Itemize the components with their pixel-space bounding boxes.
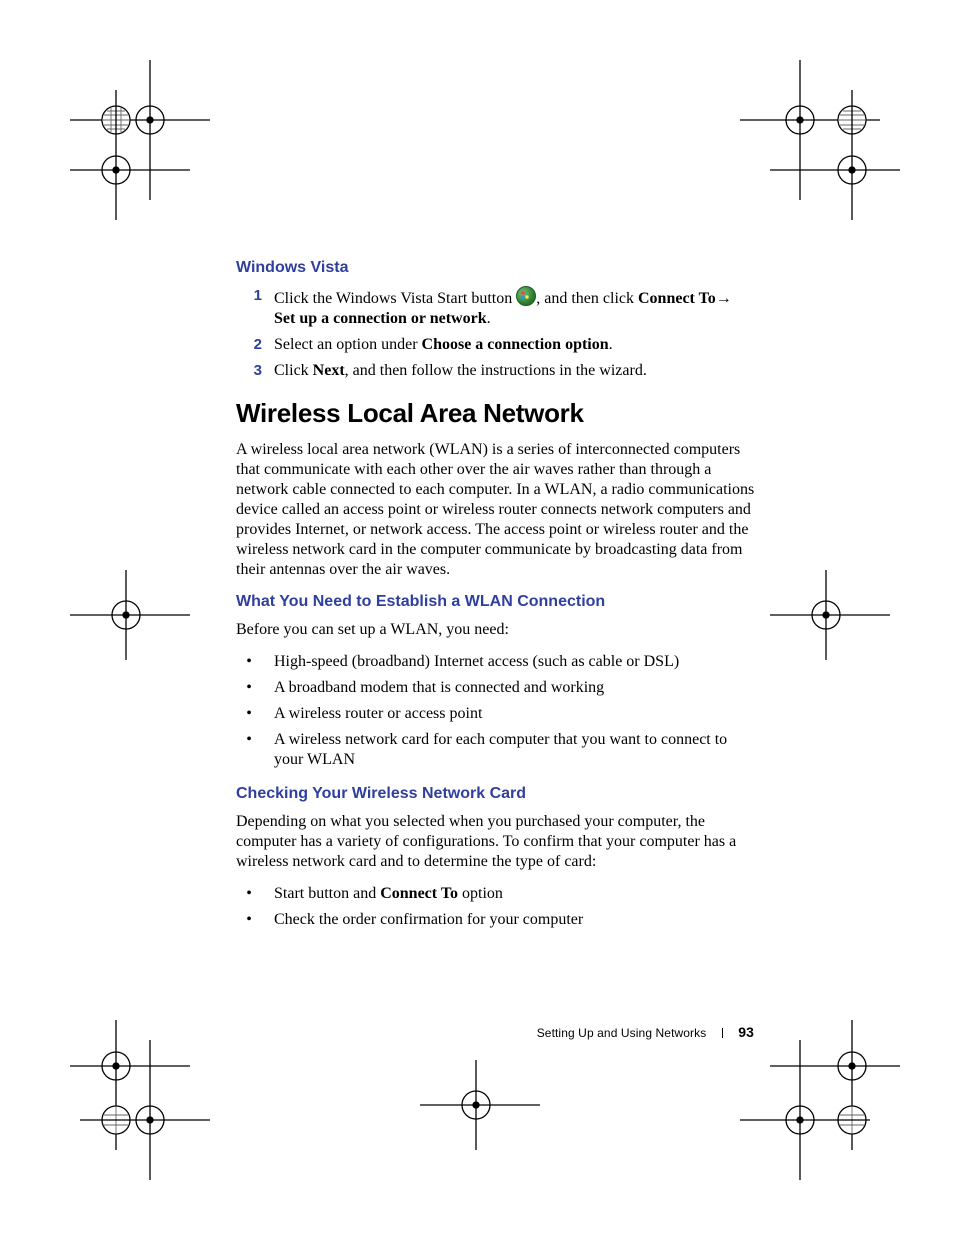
paragraph-wlan-intro: A wireless local area network (WLAN) is … xyxy=(236,440,756,580)
page-footer: Setting Up and Using Networks 93 xyxy=(537,1024,754,1040)
heading-checking-card: Checking Your Wireless Network Card xyxy=(236,784,756,804)
heading-what-you-need: What You Need to Establish a WLAN Connec… xyxy=(236,592,756,612)
crop-mark-icon xyxy=(740,1020,900,1180)
paragraph-need-intro: Before you can set up a WLAN, you need: xyxy=(236,620,756,640)
list-item: • Check the order confirmation for your c… xyxy=(236,910,756,930)
bold-text: Connect To xyxy=(638,290,716,307)
bold-text: Connect To xyxy=(380,885,458,902)
text: Click xyxy=(274,362,313,379)
crop-mark-icon xyxy=(70,570,190,660)
list-item: • A wireless network card for each comput… xyxy=(236,730,756,770)
footer-chapter: Setting Up and Using Networks xyxy=(537,1026,707,1040)
text: Select an option under xyxy=(274,336,422,353)
arrow-icon: → xyxy=(716,290,732,307)
text: option xyxy=(458,885,503,902)
text: , and then follow the instructions in th… xyxy=(345,362,647,379)
text: Start button and Connect To option xyxy=(274,884,756,904)
windows-start-icon xyxy=(516,286,536,306)
crop-mark-icon xyxy=(70,1020,210,1180)
step-2: 2 Select an option under Choose a connec… xyxy=(236,335,756,355)
bold-text: Choose a connection option xyxy=(422,336,609,353)
bold-text: Set up a connection or network xyxy=(274,310,487,327)
step-body: Click Next, and then follow the instruct… xyxy=(274,361,756,381)
step-body: Select an option under Choose a connecti… xyxy=(274,335,756,355)
crop-mark-icon xyxy=(70,60,210,220)
list-item: • A broadband modem that is connected and… xyxy=(236,678,756,698)
checking-list: • Start button and Connect To option • Che… xyxy=(236,884,756,930)
list-item: • A wireless router or access point xyxy=(236,704,756,724)
need-list: • High-speed (broadband) Internet access … xyxy=(236,652,756,770)
text: Check the order confirmation for your co… xyxy=(274,911,583,928)
heading-wlan: Wireless Local Area Network xyxy=(236,397,756,430)
step-1: 1 Click the Windows Vista Start button ,… xyxy=(236,286,756,329)
step-number: 1 xyxy=(236,286,262,329)
footer-separator-icon xyxy=(722,1028,723,1038)
bullet-icon: • xyxy=(236,652,262,672)
heading-windows-vista: Windows Vista xyxy=(236,258,756,278)
step-body: Click the Windows Vista Start button , a… xyxy=(274,286,756,329)
crop-mark-icon xyxy=(420,1060,540,1150)
paragraph-checking-intro: Depending on what you selected when you … xyxy=(236,812,756,872)
list-item: • High-speed (broadband) Internet access … xyxy=(236,652,756,672)
text: Click the Windows Vista Start button xyxy=(274,290,516,307)
crop-mark-icon xyxy=(740,60,900,220)
text: A wireless router or access point xyxy=(274,704,756,724)
page-body: Windows Vista 1 Click the Windows Vista … xyxy=(236,258,756,944)
steps-list: 1 Click the Windows Vista Start button ,… xyxy=(236,286,756,381)
bold-text: Next xyxy=(313,362,345,379)
step-3: 3 Click Next, and then follow the instru… xyxy=(236,361,756,381)
text: Start button and xyxy=(274,885,380,902)
text: A broadband modem that is connected and … xyxy=(274,678,756,698)
text: . xyxy=(609,336,613,353)
bullet-icon: • xyxy=(236,704,262,724)
bullet-icon: • xyxy=(236,678,262,698)
footer-page-number: 93 xyxy=(738,1024,754,1040)
text: A wireless network card for each compute… xyxy=(274,730,756,770)
crop-mark-icon xyxy=(770,570,890,660)
step-number: 2 xyxy=(236,335,262,355)
step-number: 3 xyxy=(236,361,262,381)
bullet-icon: • xyxy=(236,730,262,770)
text: Check the order confirmation for your co… xyxy=(274,910,756,930)
list-item: • Start button and Connect To option xyxy=(236,884,756,904)
text: . xyxy=(487,310,491,327)
bullet-icon: • xyxy=(236,884,262,904)
text: , and then click xyxy=(536,290,638,307)
bullet-icon: • xyxy=(236,910,262,930)
text: High-speed (broadband) Internet access (… xyxy=(274,652,756,672)
